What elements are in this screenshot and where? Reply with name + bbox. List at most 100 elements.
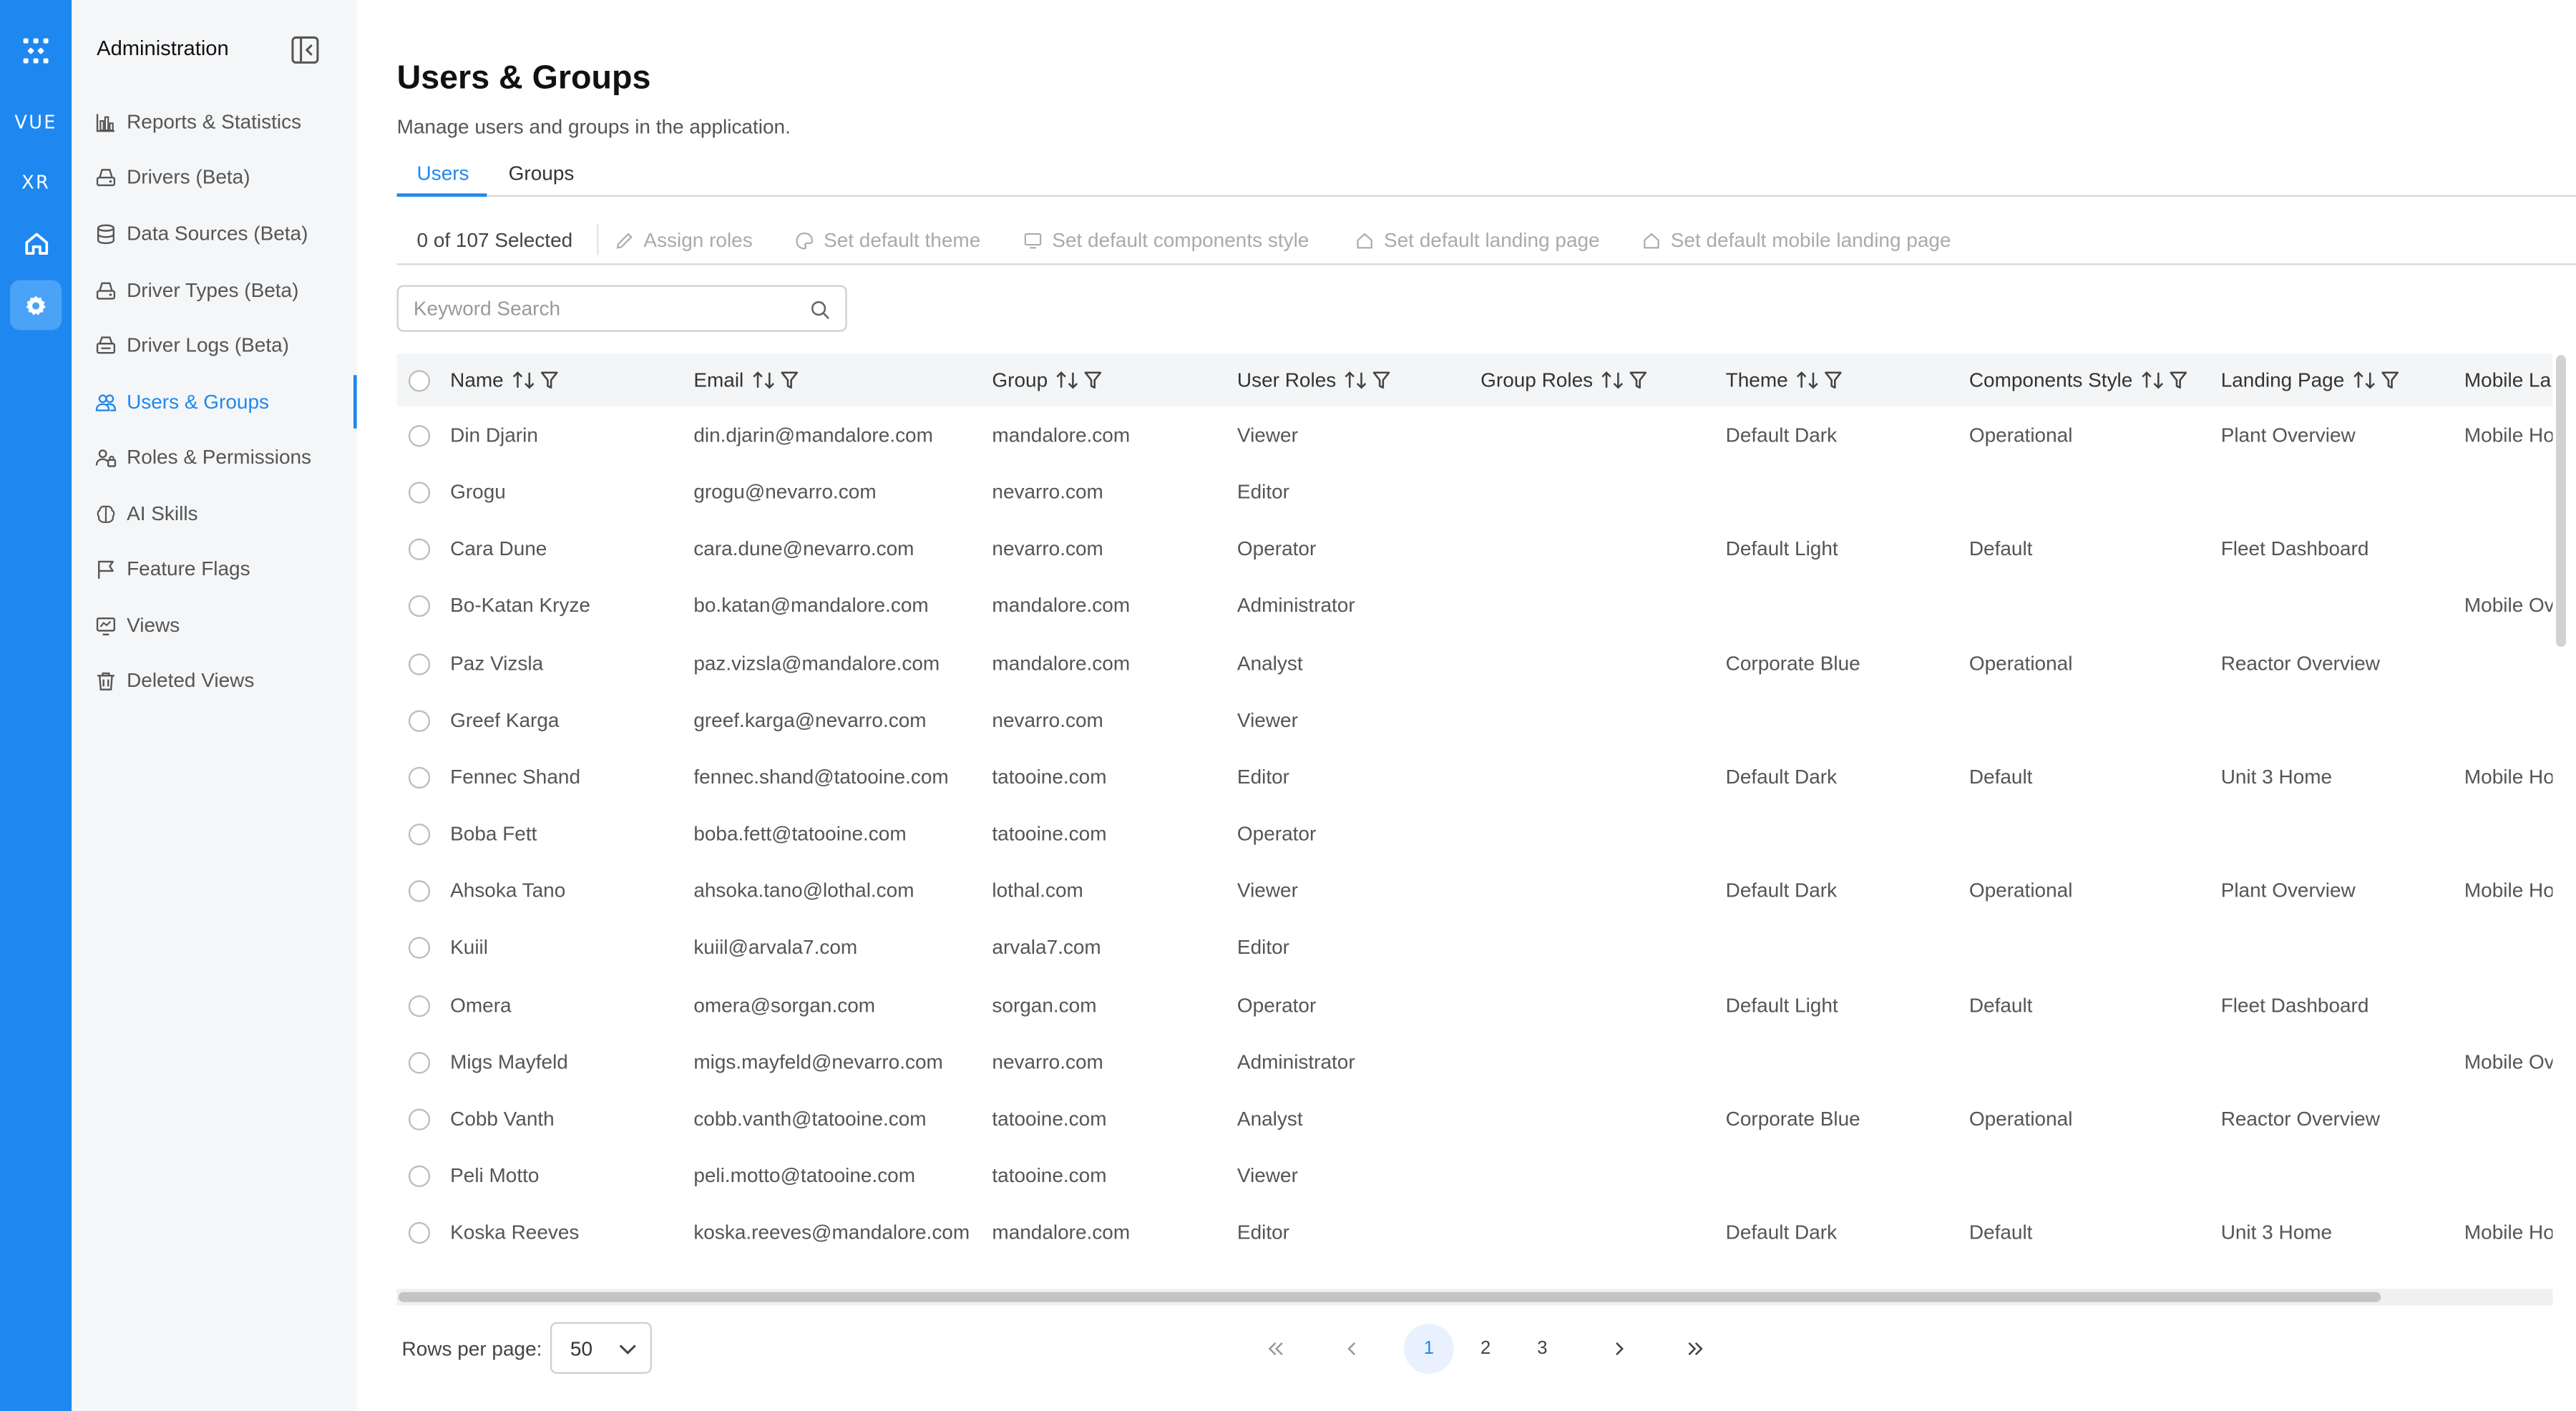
settings-icon[interactable] — [0, 277, 72, 333]
table-row[interactable]: Koska Reeves koska.reeves@mandalore.com ma… — [397, 1206, 2553, 1262]
sidebar-item-reports[interactable]: Reports & Statistics — [95, 105, 301, 139]
sort-icon[interactable] — [1056, 370, 1080, 390]
table-row[interactable]: Fennec Shand fennec.shand@tatooine.com tat… — [397, 750, 2552, 806]
row-checkbox[interactable] — [408, 1051, 431, 1073]
table-row[interactable]: Omera omera@sorgan.com sorgan.com Operator D… — [397, 978, 2553, 1035]
vertical-scrollbar-thumb[interactable] — [2556, 355, 2567, 648]
logo-icon[interactable] — [0, 21, 72, 78]
sidebar-item-driver-types[interactable]: Driver Types (Beta) — [95, 273, 298, 307]
table-cell: Mobile Ho — [2464, 1220, 2553, 1244]
sidebar-item-users-groups[interactable]: Users & Groups — [95, 385, 269, 419]
assign-roles-button[interactable]: Assign roles — [615, 228, 753, 252]
table-row[interactable]: Cara Dune cara.dune@nevarro.com nevarro.co… — [397, 522, 2553, 579]
next-page-button[interactable] — [1594, 1324, 1644, 1374]
first-page-button[interactable] — [1251, 1324, 1301, 1374]
page-1-button[interactable]: 1 — [1403, 1324, 1454, 1375]
row-checkbox[interactable] — [408, 1108, 431, 1131]
table-row[interactable]: Ahsoka Tano ahsoka.tano@lothal.com lothal.… — [397, 864, 2552, 920]
sort-icon[interactable] — [512, 370, 535, 390]
search-icon[interactable] — [810, 300, 830, 320]
set-default-mobile-landing-page-button[interactable]: Set default mobile landing page — [1642, 228, 1951, 252]
table-row[interactable]: Din Djarin din.djarin@mandalore.com mandal… — [397, 409, 2552, 465]
column-header[interactable]: Name — [450, 368, 558, 392]
sidebar-item-driver-logs[interactable]: Driver Logs (Beta) — [95, 328, 289, 362]
row-checkbox[interactable] — [408, 539, 431, 561]
column-header-label: User Roles — [1236, 368, 1337, 392]
table-row[interactable]: Kuiil kuiil@arvala7.com arvala7.com Editor — [397, 921, 2553, 977]
last-page-button[interactable] — [1671, 1324, 1721, 1374]
sort-icon[interactable] — [1796, 370, 1820, 390]
row-checkbox[interactable] — [408, 994, 431, 1017]
column-header[interactable]: Landing Page — [2221, 368, 2400, 392]
table-row[interactable]: Migs Mayfeld migs.mayfeld@nevarro.com neva… — [397, 1035, 2552, 1091]
table-row[interactable]: Grogu grogu@nevarro.com nevarro.com Editor — [397, 465, 2553, 522]
vue-link[interactable]: VUE — [0, 93, 72, 150]
table-row[interactable]: Boba Fett boba.fett@tatooine.com tatooine.… — [397, 807, 2553, 864]
table-row[interactable]: Peli Motto peli.motto@tatooine.com tatooin… — [397, 1148, 2553, 1205]
filter-icon[interactable] — [2170, 370, 2188, 390]
sidebar-item-views[interactable]: Views — [95, 608, 180, 642]
table-row[interactable]: Bo-Katan Kryze bo.katan@mandalore.com mand… — [397, 580, 2552, 636]
filter-icon[interactable] — [2381, 370, 2400, 390]
sort-icon[interactable] — [2353, 370, 2376, 390]
row-checkbox[interactable] — [408, 824, 431, 846]
search-input[interactable] — [413, 295, 797, 322]
row-checkbox[interactable] — [408, 595, 431, 618]
row-checkbox[interactable] — [408, 425, 431, 447]
sidebar-item-feature-flags[interactable]: Feature Flags — [95, 552, 250, 585]
sort-icon[interactable] — [2141, 370, 2165, 390]
flag-icon — [98, 560, 114, 578]
sort-icon[interactable] — [1345, 370, 1368, 390]
column-header[interactable]: Mobile La — [2464, 368, 2551, 392]
table-row[interactable]: Cobb Vanth cobb.vanth@tatooine.com tatooin… — [397, 1092, 2553, 1148]
sort-icon[interactable] — [1601, 370, 1625, 390]
set-default-components-style-button[interactable]: Set default components style — [1024, 228, 1309, 252]
sidebar-item-drivers[interactable]: Drivers (Beta) — [95, 160, 250, 194]
set-default-theme-button[interactable]: Set default theme — [795, 228, 980, 252]
filter-icon[interactable] — [1629, 370, 1648, 390]
row-checkbox[interactable] — [408, 1165, 431, 1187]
table-cell: bo.katan@mandalore.com — [693, 594, 929, 618]
row-checkbox[interactable] — [408, 653, 431, 675]
horizontal-scrollbar[interactable] — [396, 1289, 2553, 1306]
sidebar-item-deleted-views[interactable]: Deleted Views — [95, 663, 254, 697]
vertical-scrollbar[interactable] — [2555, 355, 2568, 1289]
horizontal-scrollbar-thumb[interactable] — [398, 1292, 2381, 1302]
column-header[interactable]: Theme — [1726, 368, 1843, 392]
home-icon[interactable] — [0, 215, 72, 272]
row-checkbox[interactable] — [408, 1222, 431, 1244]
table-cell: Cara Dune — [450, 537, 547, 561]
collapse-sidebar-icon[interactable] — [290, 35, 320, 65]
column-header[interactable]: User Roles — [1237, 368, 1391, 392]
sidebar-item-ai-skills[interactable]: AI Skills — [95, 497, 198, 530]
sort-icon[interactable] — [752, 370, 776, 390]
row-checkbox[interactable] — [408, 766, 431, 788]
column-header[interactable]: Components Style — [1969, 368, 2187, 392]
sidebar-item-roles[interactable]: Roles & Permissions — [95, 440, 311, 474]
page-3-button[interactable]: 3 — [1517, 1324, 1567, 1374]
select-all-checkbox[interactable] — [408, 370, 431, 392]
table-row[interactable]: Paz Vizsla paz.vizsla@mandalore.com mandal… — [397, 636, 2553, 693]
set-default-landing-page-button[interactable]: Set default landing page — [1355, 228, 1600, 252]
filter-icon[interactable] — [781, 370, 799, 390]
row-checkbox[interactable] — [408, 710, 431, 732]
filter-icon[interactable] — [1825, 370, 1843, 390]
filter-icon[interactable] — [1373, 370, 1392, 390]
row-checkbox[interactable] — [408, 937, 431, 960]
column-header[interactable]: Email — [693, 368, 799, 392]
filter-icon[interactable] — [1084, 370, 1103, 390]
row-checkbox[interactable] — [408, 880, 431, 903]
row-checkbox[interactable] — [408, 482, 431, 504]
filter-icon[interactable] — [540, 370, 559, 390]
sidebar-item-data-sources[interactable]: Data Sources (Beta) — [95, 217, 308, 250]
column-header[interactable]: Group — [992, 368, 1103, 392]
column-header-label: Name — [450, 368, 504, 392]
page-2-button[interactable]: 2 — [1460, 1324, 1511, 1374]
xr-link[interactable]: XR — [0, 153, 72, 210]
tab-users[interactable]: Users — [417, 162, 469, 185]
previous-page-button[interactable] — [1327, 1324, 1377, 1374]
table-row[interactable]: Greef Karga greef.karga@nevarro.com nevarr… — [397, 693, 2553, 750]
tab-groups[interactable]: Groups — [509, 162, 575, 185]
rows-per-page-select[interactable]: 50 — [550, 1322, 653, 1375]
column-header[interactable]: Group Roles — [1480, 368, 1648, 392]
